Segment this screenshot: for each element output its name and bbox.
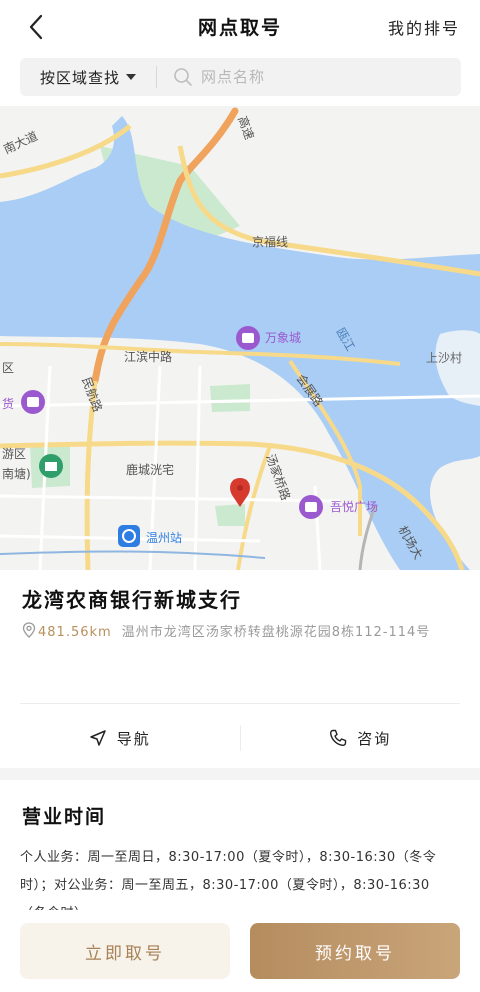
map-canvas: 南大道 高速 京福线 瓯江 万象城 江滨中路 上沙村 民航路 会展路 区 货 游… xyxy=(0,106,480,570)
consult-label: 咨询 xyxy=(357,729,392,748)
poi-wanxiang-icon[interactable] xyxy=(236,326,260,350)
caret-down-icon xyxy=(126,74,137,80)
search-divider xyxy=(156,66,158,88)
poi-scenic-icon[interactable] xyxy=(39,454,63,478)
business-hours-title: 营业时间 xyxy=(22,806,107,828)
map-label-mall-wanxiang: 万象城 xyxy=(265,331,301,345)
poi-wuyue-icon[interactable] xyxy=(299,495,323,519)
search-icon xyxy=(174,68,192,86)
business-hours-text: 个人业务：周一至周日，8:30-17:00（夏令时），8:30-16:30（冬令… xyxy=(20,850,437,910)
consult-button[interactable]: 咨询 xyxy=(241,712,480,764)
branch-distance: 481.56km xyxy=(38,625,112,640)
search-bar: 按区域查找 xyxy=(20,58,461,96)
branch-name: 龙湾农商银行新城支行 xyxy=(22,588,242,612)
my-queue-link[interactable]: 我的排号 xyxy=(388,15,460,39)
map-label-road-jingfu: 京福线 xyxy=(252,234,288,249)
branch-search-input[interactable] xyxy=(201,68,402,86)
branch-address: 温州市龙湾区汤家桥转盘桃源花园8栋112-114号 xyxy=(121,625,431,640)
map-label-mall-edge: 货 xyxy=(2,396,14,411)
region-dropdown-label: 按区域查找 xyxy=(40,68,121,87)
branch-map[interactable]: 南大道 高速 京福线 瓯江 万象城 江滨中路 上沙村 民航路 会展路 区 货 游… xyxy=(0,106,480,570)
navigate-button[interactable]: 导航 xyxy=(0,712,240,764)
navigate-label: 导航 xyxy=(116,729,151,748)
bottom-action-bar: 立即取号 预约取号 xyxy=(0,912,480,992)
back-arrow-icon[interactable] xyxy=(22,12,52,42)
map-label-scenic-edge2: 南塘) xyxy=(2,466,31,481)
map-label-village-shangsha: 上沙村 xyxy=(426,351,462,365)
branch-address-row: 481.56km 温州市龙湾区汤家桥转盘桃源花园8栋112-114号 xyxy=(22,621,462,645)
navigation-arrow-icon xyxy=(89,730,106,746)
poi-mall-edge-icon[interactable] xyxy=(21,390,45,414)
header: 网点取号 我的排号 xyxy=(0,0,480,52)
phone-icon xyxy=(330,729,347,747)
action-row: 导航 咨询 xyxy=(0,712,480,764)
section-separator xyxy=(0,768,480,780)
divider xyxy=(20,703,460,704)
take-number-now-button[interactable]: 立即取号 xyxy=(20,923,230,979)
map-label-area-lucheng: 鹿城洸宅 xyxy=(126,462,174,477)
location-pin-icon xyxy=(22,622,36,638)
map-label-district-edge: 区 xyxy=(2,361,14,375)
map-label-scenic-edge: 游区 xyxy=(2,447,26,461)
map-label-mall-wuyue: 吾悦广场 xyxy=(330,500,378,514)
region-dropdown[interactable]: 按区域查找 xyxy=(20,58,137,96)
map-label-station-wenzhou: 温州站 xyxy=(146,531,182,545)
map-label-road-jiangbin: 江滨中路 xyxy=(124,349,172,364)
reserve-number-button[interactable]: 预约取号 xyxy=(250,923,460,979)
poi-station-icon[interactable] xyxy=(118,525,140,547)
